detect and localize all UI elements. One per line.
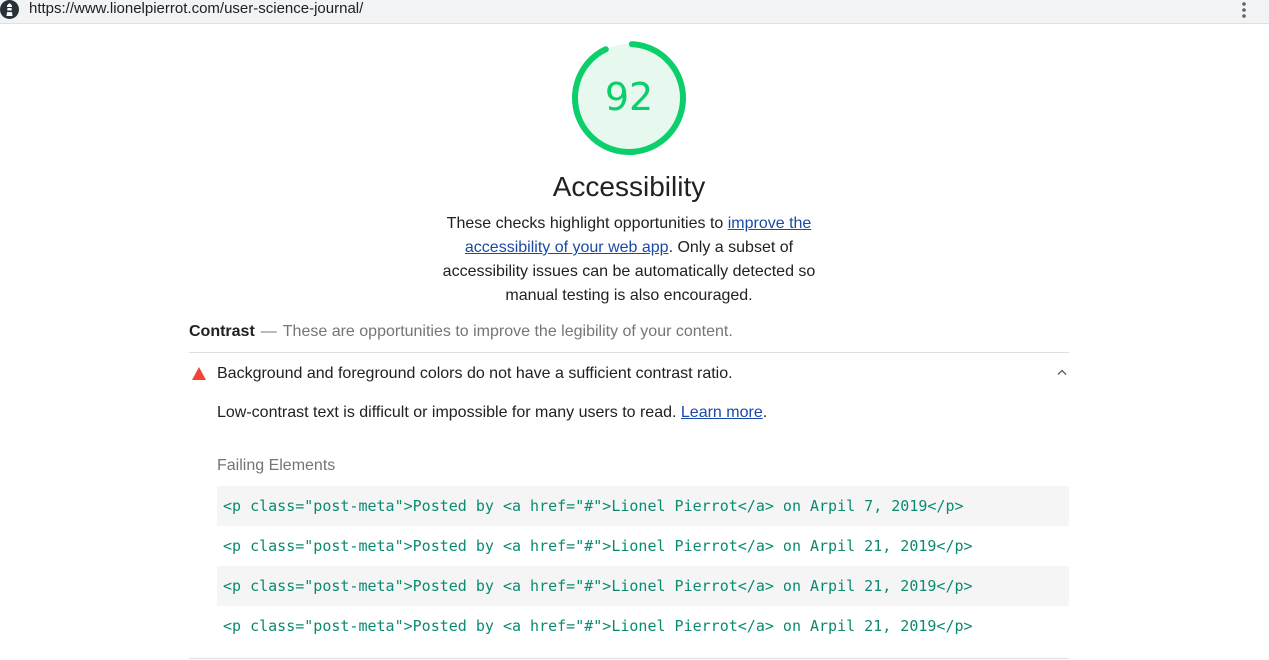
group-description: These are opportunities to improve the l…: [282, 323, 733, 340]
divider: [189, 658, 1069, 659]
audit-title: Background and foreground colors do not …: [217, 365, 733, 382]
audit-color-contrast[interactable]: Background and foreground colors do not …: [189, 361, 1069, 387]
failing-element-row: <p class="post-meta">Posted by <a href="…: [217, 486, 1069, 526]
audit-desc-end: .: [762, 404, 768, 421]
group-separator: —: [260, 323, 277, 340]
page-url[interactable]: https://www.lionelpierrot.com/user-scien…: [29, 0, 363, 18]
lighthouse-logo-icon: [0, 0, 19, 19]
failing-elements-table: <p class="post-meta">Posted by <a href="…: [217, 486, 1069, 646]
url-bar: https://www.lionelpierrot.com/user-scien…: [0, 0, 1269, 24]
audit-description: Low-contrast text is difficult or imposs…: [217, 403, 767, 423]
failing-element-row: <p class="post-meta">Posted by <a href="…: [223, 537, 973, 555]
category-title: Accessibility: [552, 171, 706, 202]
failing-elements-heading: Failing Elements: [217, 457, 336, 474]
group-header-contrast: Contrast — These are opportunities to impr…: [189, 322, 1069, 342]
category-desc-before: These checks highlight opportunities to: [446, 215, 728, 232]
warning-triangle-icon: [192, 367, 206, 380]
failing-element-row: <p class="post-meta">Posted by <a href="…: [223, 617, 973, 635]
audit-desc-text: Low-contrast text is difficult or imposs…: [217, 404, 681, 421]
more-vertical-icon[interactable]: [1239, 1, 1249, 19]
group-title: Contrast: [189, 323, 255, 340]
score-value: 92: [604, 75, 654, 119]
category-description: These checks highlight opportunities to …: [429, 212, 829, 308]
failing-element-row: <p class="post-meta">Posted by <a href="…: [217, 566, 1069, 606]
learn-more-link[interactable]: Learn more: [681, 404, 763, 421]
chevron-up-icon[interactable]: [1057, 368, 1067, 376]
divider: [189, 352, 1069, 353]
